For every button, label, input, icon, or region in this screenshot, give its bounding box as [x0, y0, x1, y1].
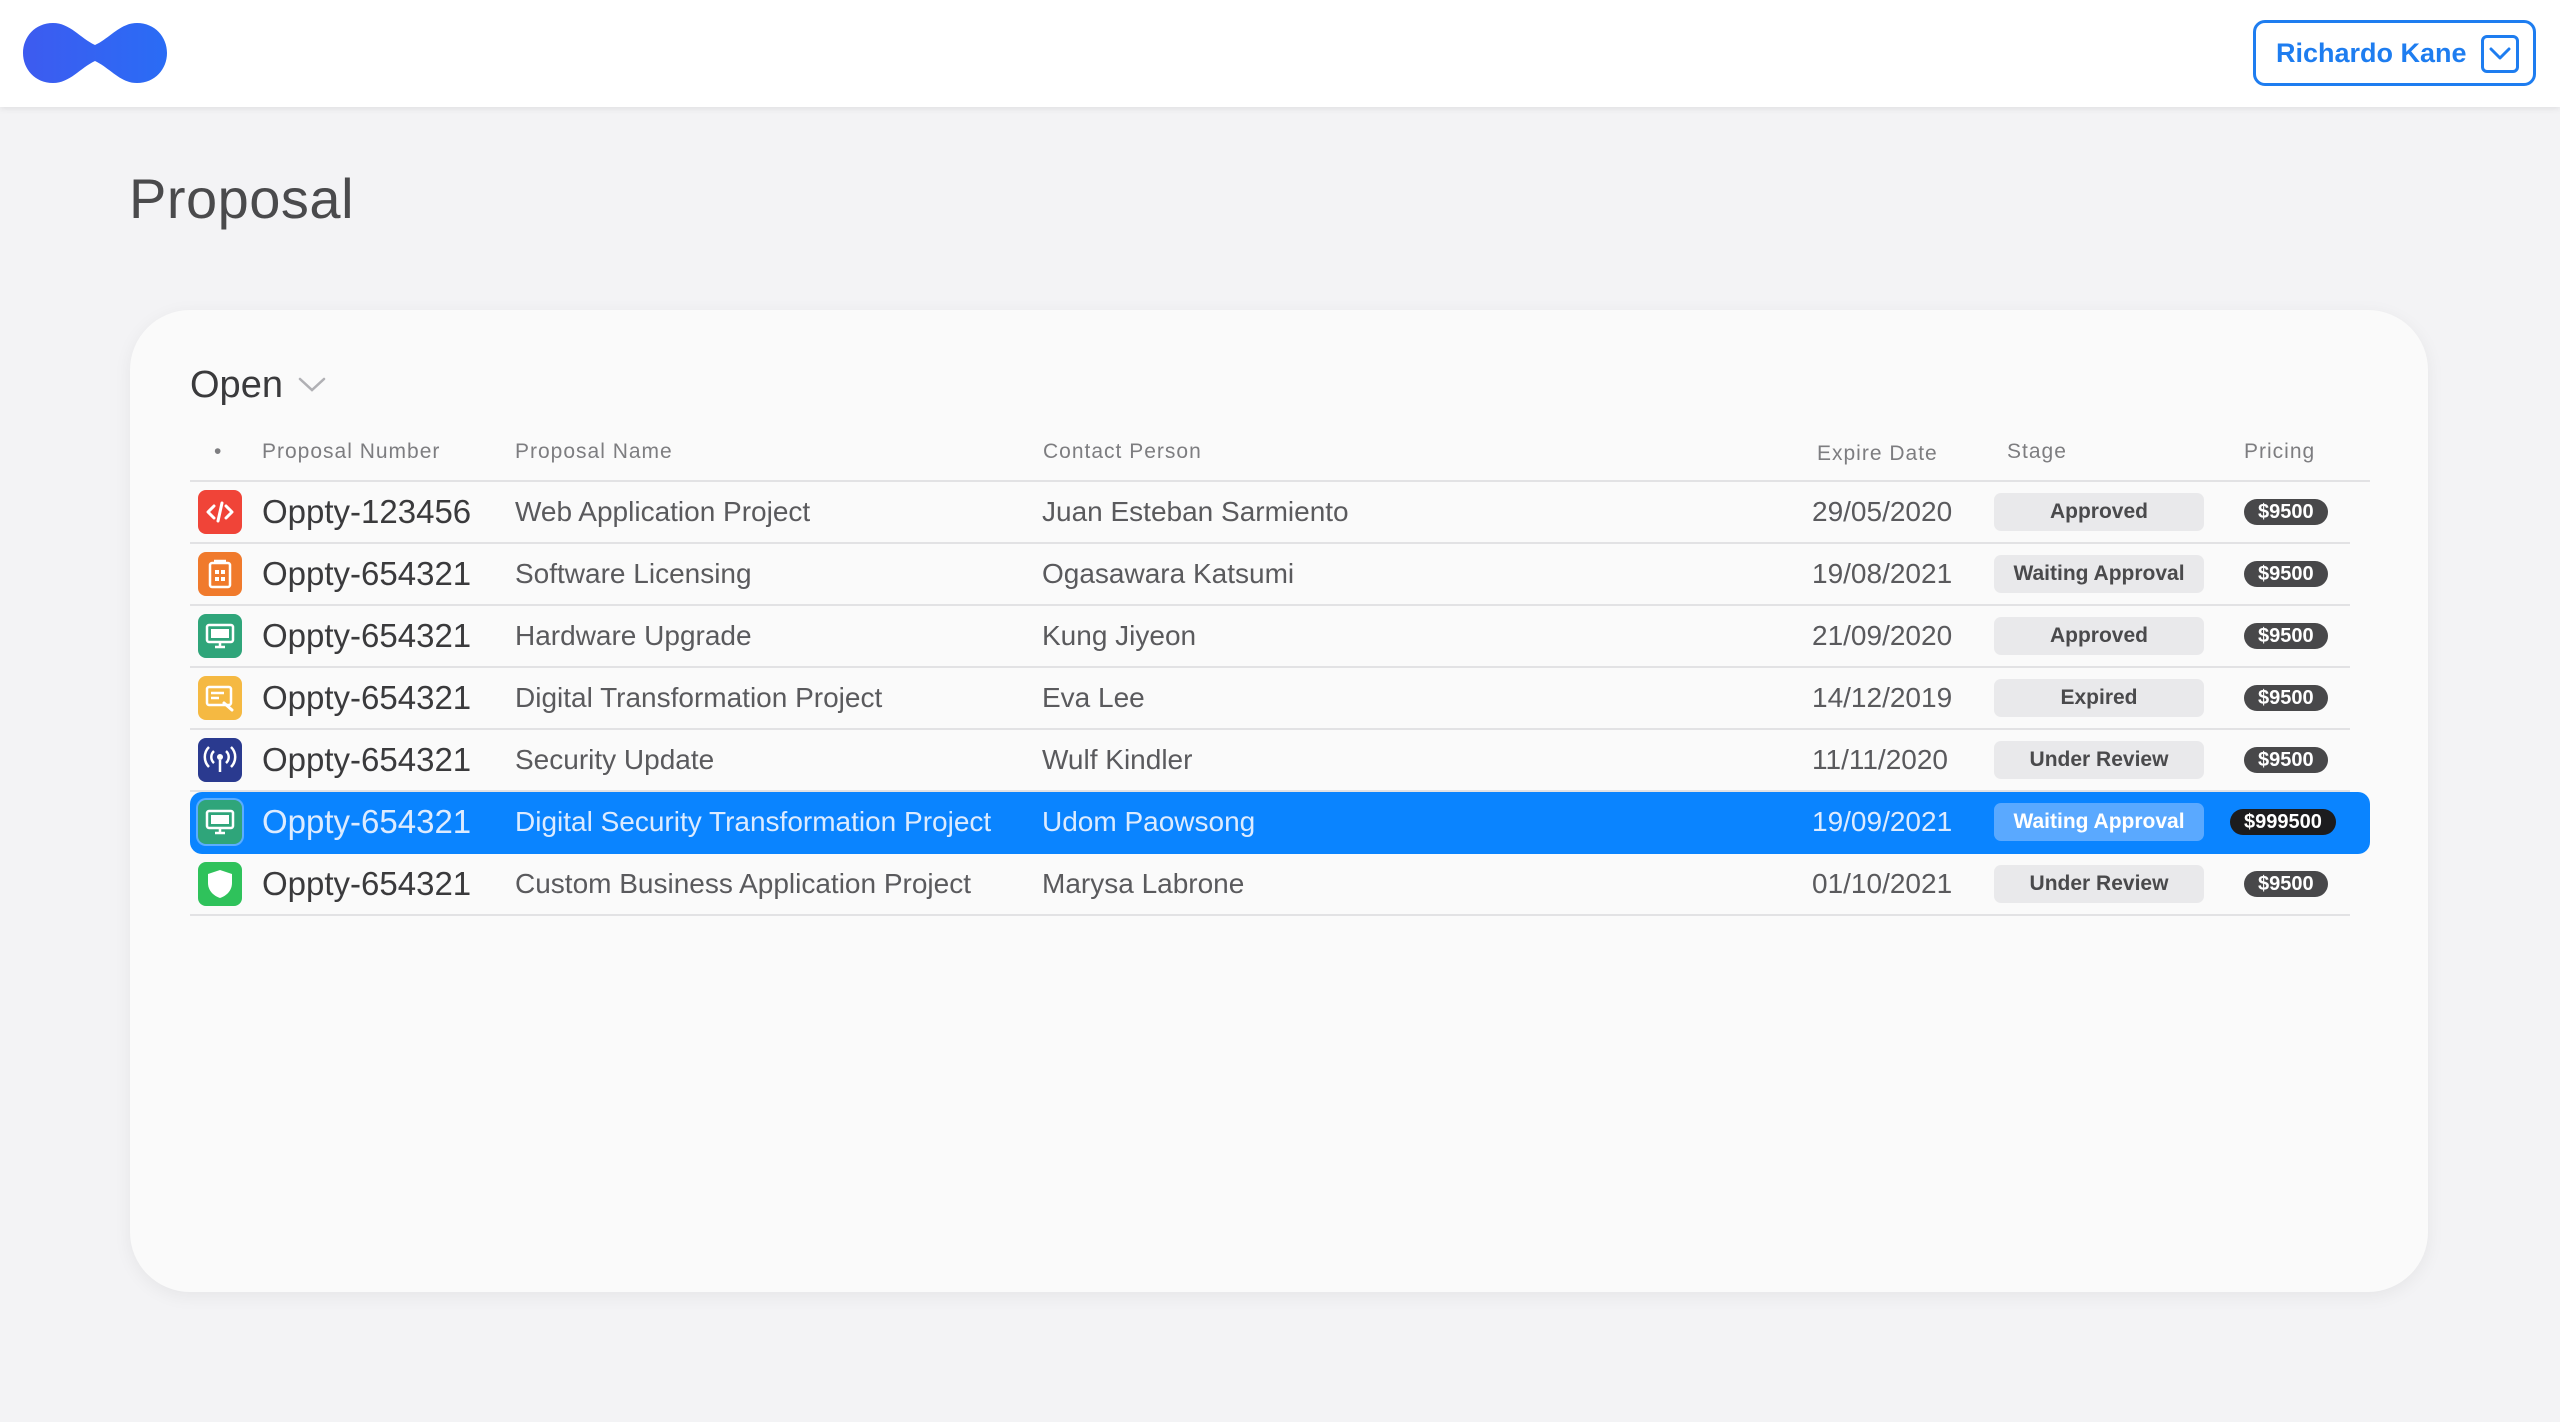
stage-cell: Waiting Approval	[1994, 544, 2204, 604]
proposal-number: Oppty-654321	[262, 803, 472, 840]
stage-badge: Expired	[1994, 679, 2204, 717]
contact-person: Juan Esteban Sarmiento	[1042, 496, 1349, 527]
pricing-badge: $999500	[2230, 809, 2336, 835]
proposal-number: Oppty-654321	[262, 741, 472, 778]
stage-badge: Under Review	[1994, 741, 2204, 779]
broadcast-icon	[198, 738, 242, 782]
header-stage[interactable]: Stage	[2007, 440, 2067, 464]
pricing-badge: $9500	[2244, 747, 2328, 773]
chevron-down-icon	[2481, 35, 2519, 73]
pricing-cell: $9500	[2230, 606, 2370, 666]
header-proposal-number[interactable]: Proposal Number	[262, 440, 440, 464]
status-filter-label: Open	[190, 363, 283, 406]
stage-cell: Under Review	[1994, 730, 2204, 790]
table-row[interactable]: Oppty-654321 Security Update Wulf Kindler 1…	[190, 730, 2350, 792]
monitor-icon	[198, 800, 242, 844]
table-row[interactable]: Oppty-654321 Digital Transformation Proje…	[190, 668, 2350, 730]
stage-badge: Waiting Approval	[1994, 803, 2204, 841]
pricing-cell: $999500	[2230, 792, 2370, 852]
expire-date: 14/12/2019	[1812, 682, 1953, 713]
table-row[interactable]: Oppty-654321 Software Licensing Ogasawara …	[190, 544, 2350, 606]
row-icon-cell	[198, 606, 244, 666]
expire-date: 01/10/2021	[1812, 868, 1953, 899]
table-row[interactable]: Oppty-654321 Hardware Upgrade Kung Jiyeon 2…	[190, 606, 2350, 668]
contact-person: Marysa Labrone	[1042, 868, 1245, 899]
table-body: Oppty-123456 Web Application Project Juan …	[190, 482, 2370, 916]
user-menu-button[interactable]: Richardo Kane	[2253, 20, 2536, 86]
pricing-cell: $9500	[2230, 544, 2370, 604]
row-icon-cell	[198, 668, 244, 728]
stage-badge: Approved	[1994, 617, 2204, 655]
row-icon-cell	[198, 792, 244, 852]
stage-cell: Waiting Approval	[1994, 792, 2204, 852]
proposal-number: Oppty-654321	[262, 555, 472, 592]
stage-cell: Expired	[1994, 668, 2204, 728]
stage-badge: Under Review	[1994, 865, 2204, 903]
contact-person: Kung Jiyeon	[1042, 620, 1197, 651]
screen-edit-icon	[198, 676, 242, 720]
user-name: Richardo Kane	[2276, 37, 2467, 68]
pricing-badge: $9500	[2244, 561, 2328, 587]
code-icon	[198, 490, 242, 534]
proposal-table: • Proposal Number Proposal Name Contact …	[190, 428, 2370, 916]
proposal-number: Oppty-654321	[262, 679, 472, 716]
proposal-card: Open • Proposal Number Proposal Name Con…	[130, 310, 2428, 1292]
header-pricing[interactable]: Pricing	[2244, 440, 2315, 464]
pricing-cell: $9500	[2230, 668, 2370, 728]
pricing-cell: $9500	[2230, 854, 2370, 914]
row-icon-cell	[198, 730, 244, 790]
header-proposal-name[interactable]: Proposal Name	[515, 440, 673, 464]
pricing-badge: $9500	[2244, 871, 2328, 897]
expire-date: 11/11/2020	[1812, 744, 1948, 775]
row-icon-cell	[198, 854, 244, 914]
proposal-name: Digital Transformation Project	[515, 682, 883, 713]
pricing-cell: $9500	[2230, 730, 2370, 790]
table-row[interactable]: Oppty-654321 Digital Security Transformat…	[190, 792, 2370, 854]
expire-date: 29/05/2020	[1812, 496, 1953, 527]
proposal-number: Oppty-654321	[262, 617, 472, 654]
contact-person: Udom Paowsong	[1042, 806, 1256, 837]
table-row[interactable]: Oppty-654321 Custom Business Application …	[190, 854, 2350, 916]
proposal-name: Software Licensing	[515, 558, 752, 589]
stage-cell: Approved	[1994, 482, 2204, 542]
table-row[interactable]: Oppty-123456 Web Application Project Juan …	[190, 482, 2350, 544]
chevron-down-icon	[298, 377, 326, 392]
expire-date: 21/09/2020	[1812, 620, 1953, 651]
app-logo[interactable]	[20, 20, 170, 86]
proposal-number: Oppty-123456	[262, 493, 472, 530]
stage-cell: Approved	[1994, 606, 2204, 666]
proposal-name: Digital Security Transformation Project	[515, 806, 992, 837]
shield-icon	[198, 862, 242, 906]
monitor-icon	[198, 614, 242, 658]
pricing-badge: $9500	[2244, 685, 2328, 711]
stage-badge: Waiting Approval	[1994, 555, 2204, 593]
pricing-cell: $9500	[2230, 482, 2370, 542]
contact-person: Eva Lee	[1042, 682, 1145, 713]
row-icon-cell	[198, 482, 244, 542]
header-expire-date[interactable]: Expire Date	[1817, 442, 1938, 466]
table-header: • Proposal Number Proposal Name Contact …	[190, 428, 2370, 482]
pricing-badge: $9500	[2244, 623, 2328, 649]
stage-badge: Approved	[1994, 493, 2204, 531]
proposal-name: Security Update	[515, 744, 715, 775]
row-icon-cell	[198, 544, 244, 604]
contact-person: Ogasawara Katsumi	[1042, 558, 1295, 589]
proposal-name: Web Application Project	[515, 496, 811, 527]
license-icon	[198, 552, 242, 596]
proposal-name: Hardware Upgrade	[515, 620, 752, 651]
contact-person: Wulf Kindler	[1042, 744, 1193, 775]
header-bullet: •	[214, 440, 223, 463]
stage-cell: Under Review	[1994, 854, 2204, 914]
page-title: Proposal	[129, 167, 355, 230]
proposal-number: Oppty-654321	[262, 865, 472, 902]
proposal-name: Custom Business Application Project	[515, 868, 971, 899]
status-filter-dropdown[interactable]: Open	[190, 360, 327, 410]
top-bar: Richardo Kane	[0, 0, 2560, 107]
expire-date: 19/08/2021	[1812, 558, 1953, 589]
header-contact-person[interactable]: Contact Person	[1043, 440, 1202, 464]
expire-date: 19/09/2021	[1812, 806, 1953, 837]
pricing-badge: $9500	[2244, 499, 2328, 525]
